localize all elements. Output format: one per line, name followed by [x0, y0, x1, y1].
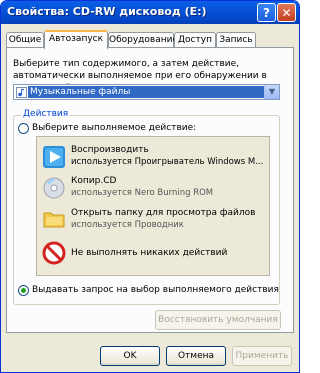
no-action-icon	[42, 241, 66, 265]
tab-autoplay[interactable]: Автозапуск	[44, 30, 108, 49]
choose-action-radio[interactable]	[18, 123, 29, 134]
apply-button[interactable]: Применить	[232, 346, 292, 366]
list-item-no-action[interactable]: Не выполнять никаких действий	[37, 239, 269, 271]
properties-window: Свойства: CD-RW дисковод (E:) ? ✕ Общие …	[0, 0, 300, 373]
title-bar[interactable]: Свойства: CD-RW дисковод (E:) ? ✕	[1, 1, 299, 24]
tab-general[interactable]: Общие	[6, 32, 44, 48]
content-type-dropdown[interactable]: Музыкальные файлы ▼	[13, 84, 280, 100]
restore-defaults-button[interactable]: Восстановить умолчания	[155, 310, 281, 330]
folder-icon	[43, 212, 65, 228]
cd-icon	[43, 177, 65, 199]
play-icon	[43, 146, 65, 168]
list-item-play[interactable]: Воспроизводить используется Проигрывател…	[37, 141, 269, 173]
action-list: Воспроизводить используется Проигрывател…	[36, 136, 270, 276]
prompt-action-label[interactable]: Выдавать запрос на выбор выполняемого де…	[32, 285, 279, 295]
chevron-down-icon[interactable]: ▼	[264, 85, 279, 99]
content-type-selected: Музыкальные файлы	[28, 86, 268, 98]
prompt-action-radio[interactable]	[18, 285, 29, 296]
cancel-button[interactable]: Отмена	[166, 346, 226, 366]
ok-button[interactable]: OK	[100, 346, 160, 366]
list-item-open-folder[interactable]: Открыть папку для просмотра файлов испол…	[37, 205, 269, 237]
copy-cd-action-app: используется Nero Burning ROM	[71, 188, 214, 198]
close-button[interactable]: ✕	[277, 3, 296, 22]
tab-sharing[interactable]: Доступ	[174, 32, 216, 48]
help-button[interactable]: ?	[257, 3, 276, 22]
actions-legend: Действия	[21, 109, 71, 119]
tab-recording[interactable]: Запись	[216, 32, 256, 48]
music-file-icon	[16, 87, 27, 98]
list-item-copy-cd[interactable]: Копир.CD используется Nero Burning ROM	[37, 174, 269, 206]
play-action-app: используется Проигрыватель Windows M...	[71, 157, 264, 167]
tab-hardware[interactable]: Оборудование	[108, 32, 178, 48]
choose-action-label[interactable]: Выберите выполняемое действие:	[32, 123, 196, 133]
copy-cd-action-title: Копир.CD	[71, 176, 117, 186]
no-action-title: Не выполнять никаких действий	[71, 248, 228, 258]
open-folder-action-app: используется Проводник	[71, 220, 184, 230]
window-title: Свойства: CD-RW дисковод (E:)	[7, 5, 207, 18]
open-folder-action-title: Открыть папку для просмотра файлов	[71, 208, 256, 218]
play-action-title: Воспроизводить	[71, 145, 149, 155]
